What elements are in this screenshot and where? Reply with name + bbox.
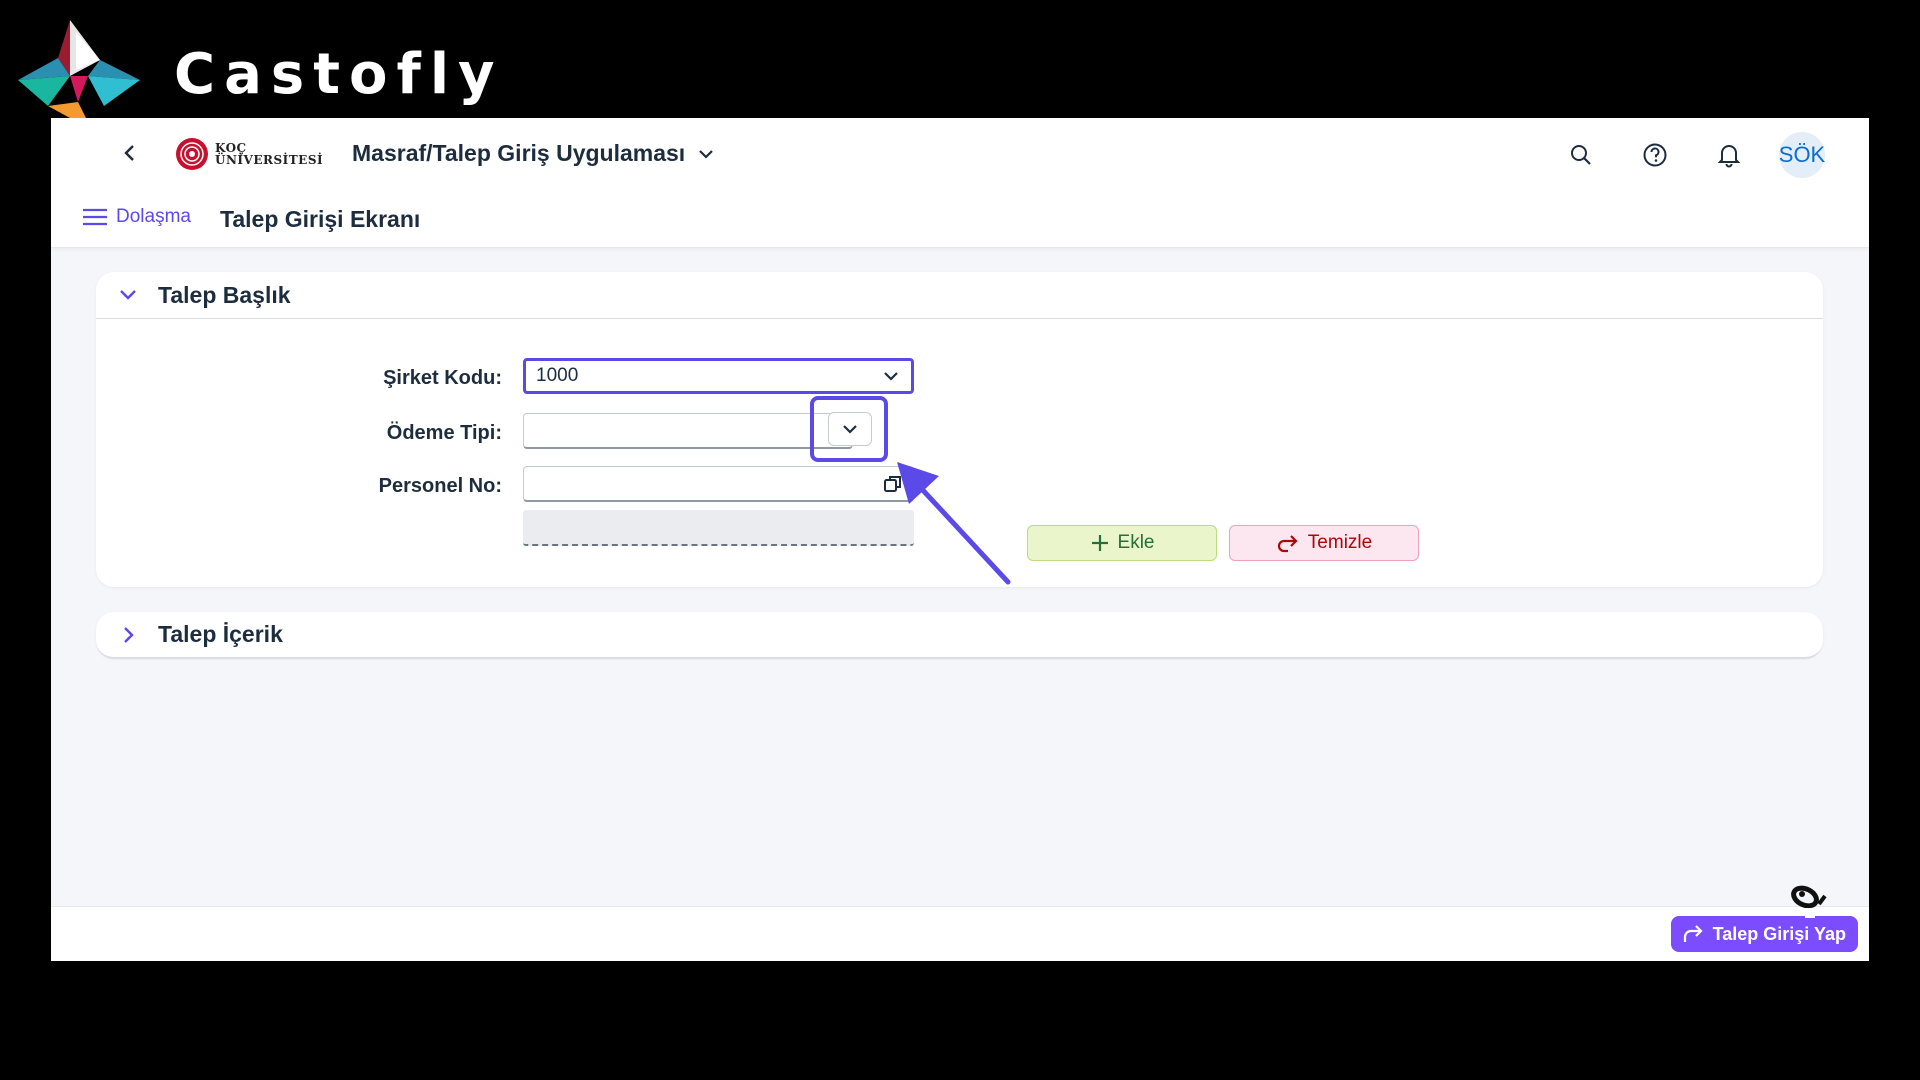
plus-icon (1091, 535, 1108, 551)
content-panel-heading[interactable]: Talep İçerik (96, 612, 1823, 659)
personnel-no-input[interactable] (523, 466, 914, 502)
mouse-cursor-icon (1791, 885, 1827, 918)
castofly-brand: Castofly (18, 18, 504, 130)
content-panel-toggle[interactable] (114, 621, 142, 649)
page-title: Talep Girişi Ekranı (220, 206, 421, 232)
company-code-select[interactable]: 1000 (523, 358, 914, 394)
help-button[interactable] (1635, 135, 1675, 175)
app-title: Masraf/Talep Giriş Uygulaması (352, 140, 686, 166)
subheader: Dolaşma Talep Girişi Ekranı (51, 188, 1869, 248)
chevron-down-icon (120, 290, 136, 300)
content-panel-title: Talep İçerik (158, 621, 283, 647)
shell-actions: SÖK (1527, 132, 1825, 178)
hamburger-menu-icon (83, 208, 107, 226)
payment-type-select[interactable] (523, 413, 853, 449)
personnel-name-readonly (523, 510, 914, 546)
koc-university-logo[interactable]: KOÇ ÜNİVERSİTESİ (175, 138, 323, 170)
search-icon (1571, 145, 1591, 165)
clear-button-label: Temizle (1307, 532, 1373, 553)
shellbar: KOÇ ÜNİVERSİTESİ Masraf/Talep Giriş Uygu… (51, 118, 1869, 188)
add-button-label: Ekle (1117, 532, 1155, 553)
back-button[interactable] (115, 138, 145, 168)
content-panel: Talep İçerik (96, 612, 1823, 659)
app-window: KOÇ ÜNİVERSİTESİ Masraf/Talep Giriş Uygu… (51, 118, 1869, 961)
navigation-menu-label: Dolaşma (116, 206, 191, 227)
castofly-wordmark: Castofly (174, 41, 504, 107)
chevron-down-icon (699, 149, 713, 159)
submit-request-button[interactable]: Talep Girişi Yap (1670, 916, 1858, 952)
chevron-down-icon (884, 372, 898, 381)
navigation-menu-button[interactable]: Dolaşma (83, 206, 191, 228)
submit-request-label: Talep Girişi Yap (1712, 923, 1846, 944)
logo-line-2: ÜNİVERSİTESİ (215, 153, 324, 167)
chevron-down-icon (843, 425, 857, 434)
share-arrow-icon (1683, 925, 1703, 942)
tutorial-arrow-icon (897, 462, 1011, 585)
tutorial-highlight-box (810, 396, 888, 462)
payment-type-label: Ödeme Tipi: (386, 422, 502, 444)
footer-toolbar: Talep Girişi Yap (51, 906, 1869, 961)
screenshot-frame: Castofly KOÇ ÜNİVERSİTESİ Masraf/Talep G… (0, 0, 1920, 1080)
chevron-right-icon (124, 626, 134, 643)
company-code-label: Şirket Kodu: (383, 367, 502, 389)
header-panel-toggle[interactable] (114, 281, 142, 309)
header-panel-heading[interactable]: Talep Başlık (96, 272, 1823, 319)
payment-type-dropdown-button[interactable] (828, 412, 872, 446)
user-avatar[interactable]: SÖK (1779, 132, 1825, 178)
search-button[interactable] (1561, 135, 1601, 175)
redo-arrow-icon (1277, 535, 1298, 553)
help-icon (1643, 143, 1667, 167)
koc-university-wordmark: KOÇ ÜNİVERSİTESİ (215, 142, 323, 166)
notifications-button[interactable] (1709, 135, 1749, 175)
chevron-left-icon (124, 145, 134, 161)
company-code-value: 1000 (536, 365, 579, 386)
app-title-menu[interactable]: Masraf/Talep Giriş Uygulaması (352, 140, 715, 167)
koc-university-emblem-icon (176, 138, 208, 170)
clear-button[interactable]: Temizle (1229, 525, 1419, 561)
add-button[interactable]: Ekle (1027, 525, 1217, 561)
personnel-no-label: Personel No: (378, 475, 502, 497)
company-code-dropdown-button[interactable] (871, 361, 911, 391)
bell-icon (1717, 145, 1741, 168)
castofly-logo (18, 20, 140, 130)
header-panel-title: Talep Başlık (158, 281, 291, 308)
